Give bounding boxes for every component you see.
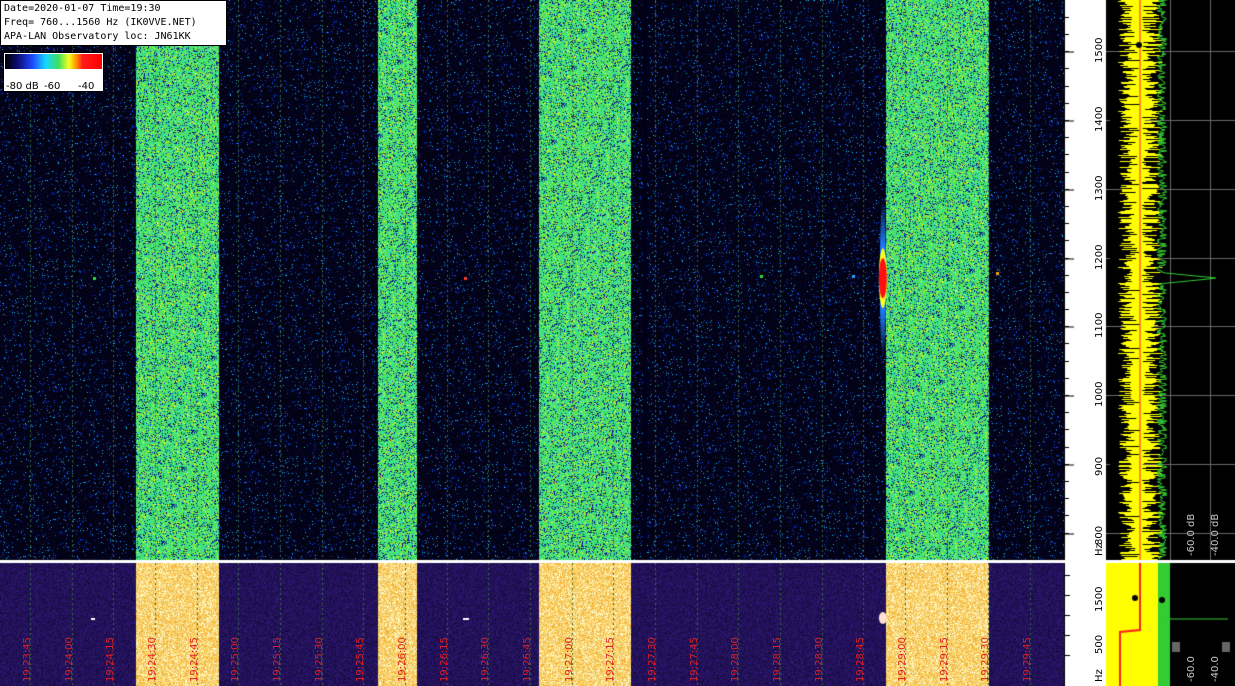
x-tick-label: 19:27:30 [647,637,659,682]
header-observatory: APA-LAN Observatory loc: JN61KK [4,31,191,42]
bottom-y-unit-label: Hz [1094,669,1105,682]
y-tick-label: 1000 [1094,381,1105,407]
bottom-y-tick-label: 1500 [1094,586,1105,612]
x-tick-label: 19:26:15 [438,637,450,682]
x-tick-label: 19:28:30 [813,637,825,682]
spectrum-db-label: -40.0 dB [1210,513,1221,556]
y-tick-label: 900 [1094,456,1105,476]
x-tick-label: 19:26:00 [397,637,409,682]
x-tick-label: 19:28:15 [772,637,784,682]
x-tick-label: 19:24:00 [63,637,75,682]
x-tick-label: 19:25:15 [272,637,284,682]
header-date-time: Date=2020-01-07 Time=19:30 [4,3,161,14]
header-frequency: Freq= 760...1560 Hz (IK0VVE.NET) [4,17,197,28]
info-header: Date=2020-01-07 Time=19:30 Freq= 760...1… [0,0,227,46]
y-tick-label: 1200 [1094,244,1105,270]
x-tick-label: 19:29:15 [938,637,950,682]
x-tick-label: 19:27:45 [688,637,700,682]
waterfall-canvas [0,0,1235,686]
legend-label-mid: -60 [44,81,61,92]
y-unit-label: Hz [1094,543,1105,556]
color-scale-bar [5,54,102,69]
y-tick-label: 1300 [1094,175,1105,201]
x-tick-label: 19:29:00 [897,637,909,682]
x-tick-label: 19:29:30 [980,637,992,682]
x-tick-label: 19:24:30 [147,637,158,682]
y-tick-label: 1500 [1094,37,1105,64]
spectrum-db-label: -60.0 dB [1186,513,1197,556]
x-tick-label: 19:27:15 [605,637,617,682]
bottom-spectrum-db-label: -40.0 [1210,656,1221,682]
x-tick-label: 19:27:00 [563,637,575,682]
x-tick-label: 19:26:45 [522,637,534,682]
spectrogram-screen: Date=2020-01-07 Time=19:30 Freq= 760...1… [0,0,1235,686]
y-tick-label: 1100 [1094,312,1105,339]
color-scale-legend: -80 dB -60 -40 [3,52,104,92]
x-tick-label: 19:28:00 [730,637,742,682]
x-tick-label: 19:23:45 [22,637,33,682]
bottom-spectrum-db-label: -60.0 [1186,656,1197,682]
x-tick-label: 19:26:30 [480,637,492,682]
bottom-y-tick-label: 500 [1094,634,1105,654]
x-tick-label: 19:28:45 [855,637,867,682]
x-tick-label: 19:25:45 [355,637,367,682]
x-tick-label: 19:25:30 [313,637,325,682]
legend-label-min: -80 dB [6,81,39,92]
x-tick-label: 19:24:15 [105,637,117,682]
y-tick-label: 800 [1094,525,1105,545]
x-tick-label: 19:24:45 [188,637,200,682]
x-tick-label: 19:29:45 [1022,637,1034,682]
x-tick-label: 19:25:00 [230,637,242,682]
y-tick-label: 1400 [1094,106,1105,132]
legend-label-max: -40 [78,81,95,92]
